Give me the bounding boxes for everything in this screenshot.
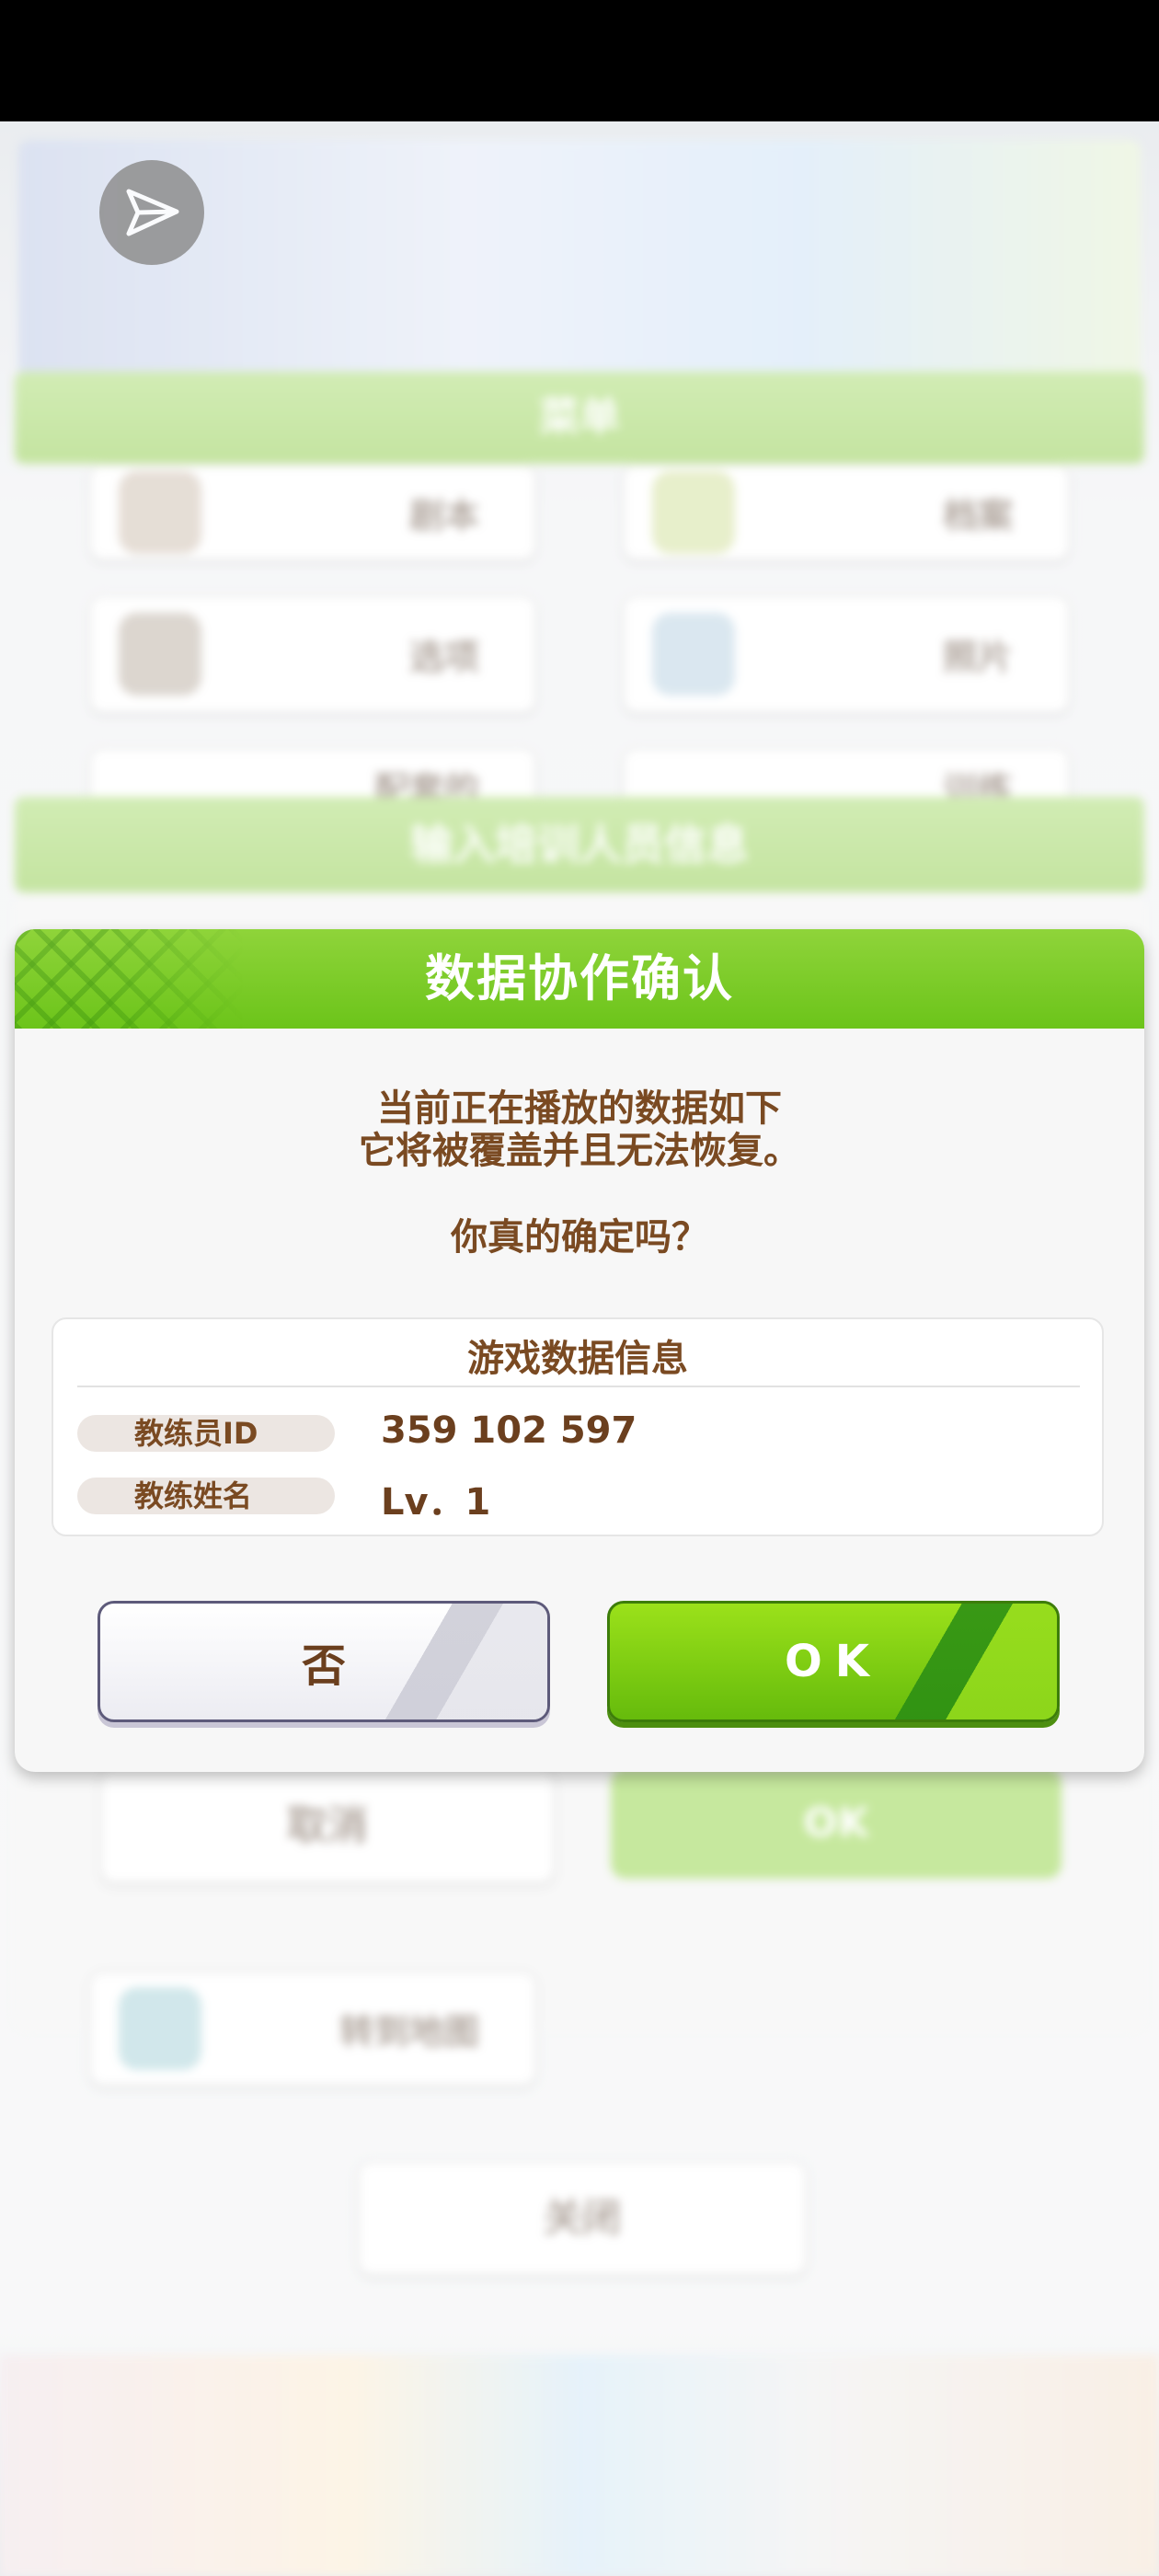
trainer-id-label: 教练员ID: [77, 1415, 335, 1452]
status-bar: [0, 0, 1159, 121]
confirm-dialog: 数据协作确认 当前正在播放的数据如下 它将被覆盖并且无法恢复。 你真的确定吗？ …: [15, 929, 1144, 1772]
info-divider: [77, 1386, 1080, 1387]
trainer-name-label: 教练姓名: [77, 1478, 335, 1514]
info-box-title: 游戏数据信息: [467, 1338, 688, 1380]
trainer-name-value: Lv．1: [381, 1481, 491, 1524]
share-icon: [126, 189, 179, 236]
ok-button[interactable]: OK: [607, 1601, 1060, 1722]
dialog-question: 你真的确定吗？: [451, 1216, 708, 1259]
dialog-title: 数据协作确认: [425, 949, 734, 1007]
dialog-header: 数据协作确认: [15, 929, 1144, 1029]
share-button[interactable]: [99, 160, 204, 265]
ok-button-label: OK: [785, 1636, 882, 1687]
dialog-message-line2: 它将被覆盖并且无法恢复。: [359, 1130, 800, 1172]
no-button-label: 否: [301, 1640, 346, 1692]
no-button[interactable]: 否: [98, 1601, 550, 1722]
button-shine: [363, 1604, 547, 1719]
button-shine: [873, 1604, 1057, 1719]
game-data-info-box: 游戏数据信息 教练员ID 359 102 597 教练姓名 Lv．1: [52, 1317, 1104, 1536]
trainer-id-value: 359 102 597: [381, 1409, 637, 1452]
